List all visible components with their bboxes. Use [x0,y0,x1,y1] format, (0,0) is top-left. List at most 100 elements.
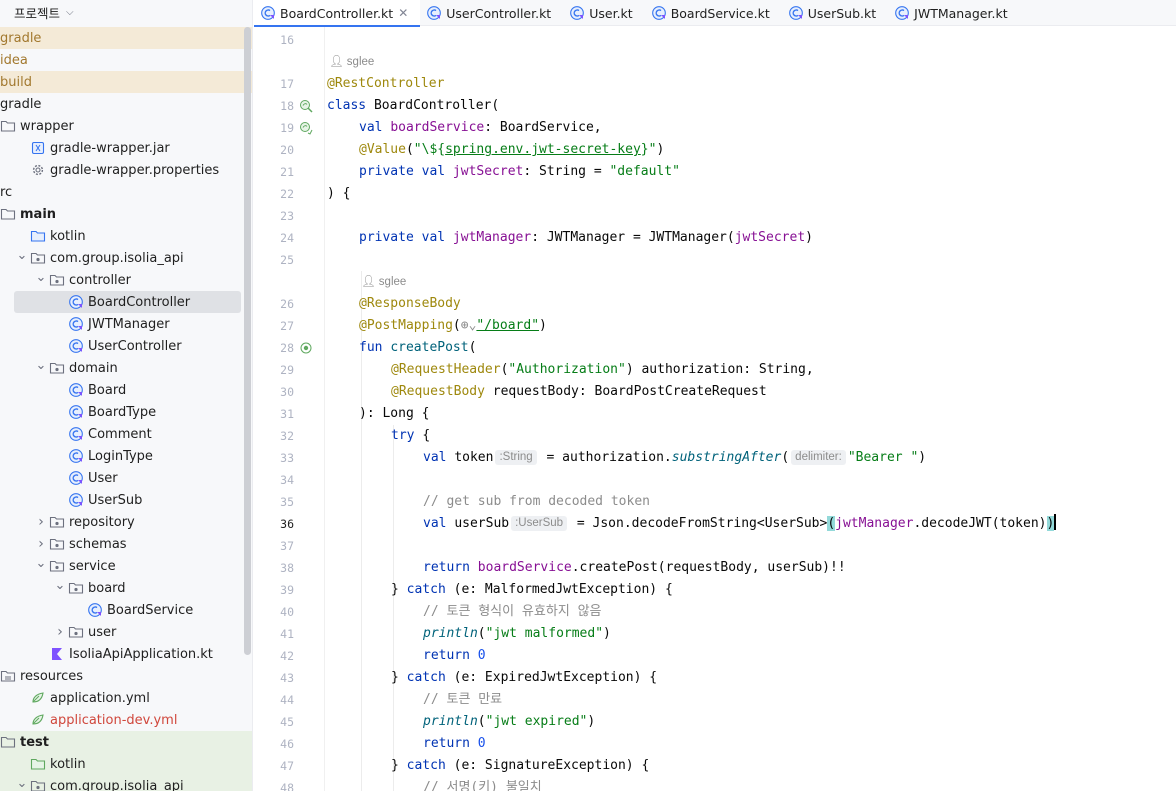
chevron-down-icon[interactable]: ⌄ [14,248,30,263]
tree-item-gradle-wrapper-jar[interactable]: gradle-wrapper.jar [0,137,252,159]
code-line[interactable]: } catch (e: SignatureException) { [391,755,649,777]
tree-item-build[interactable]: build [0,71,252,93]
code-line[interactable]: ) { [327,183,350,205]
code-editor[interactable]: 👤︎ sglee @RestController class BoardContro… [324,27,1176,791]
code-line[interactable]: val token:String = authorization.substri… [423,447,926,469]
line-number[interactable]: 39 [254,579,294,601]
close-icon[interactable]: ✕ [398,6,408,20]
line-number[interactable]: 41 [254,623,294,645]
code-line[interactable]: return 0 [423,645,486,667]
tab-usersub-kt[interactable]: UserSub.kt [782,0,888,26]
code-line[interactable]: @RequestHeader("Authorization") authoriz… [391,359,814,381]
code-line[interactable]: @RestController [327,73,444,95]
code-line[interactable]: class BoardController( [327,95,499,117]
line-number[interactable]: 31 [254,403,294,425]
line-number[interactable]: 25 [254,249,294,271]
code-line[interactable]: try { [391,425,430,447]
author-inlay[interactable]: 👤︎ sglee [329,51,374,73]
chevron-down-icon[interactable]: ⌵ [66,7,74,18]
tree-item-application-yml[interactable]: application.yml [0,687,252,709]
code-line[interactable]: } catch (e: ExpiredJwtException) { [391,667,657,689]
tree-item-repository[interactable]: › repository [0,511,252,533]
line-number[interactable]: 47 [254,755,294,777]
code-line[interactable]: println("jwt expired") [423,711,595,733]
spring-bean-injection-icon[interactable] [299,121,313,135]
tree-item-test-kotlin[interactable]: kotlin [0,753,252,775]
tree-item-idea[interactable]: idea [0,49,252,71]
tree-item-gradle-dot[interactable]: gradle [0,27,252,49]
tree-item-test-package[interactable]: ⌄ com.group.isolia_api [0,775,252,791]
tree-item-application-dev-yml[interactable]: application-dev.yml [0,709,252,731]
tree-item-package[interactable]: ⌄ com.group.isolia_api [0,247,252,269]
tab-boardcontroller-kt[interactable]: BoardController.kt ✕ [254,0,421,27]
line-number[interactable]: 48 [254,777,294,791]
chevron-right-icon[interactable]: › [52,624,68,640]
line-number[interactable]: 19 [254,117,294,139]
project-view-selector[interactable]: 프로젝트 ⌵ [0,0,252,24]
code-line[interactable]: println("jwt malformed") [423,623,611,645]
line-number[interactable]: 45 [254,711,294,733]
chevron-down-icon[interactable]: ⌄ [33,358,49,373]
editor-gutter[interactable]: 16 17 18 19 20 21 22 23 24 25 26 27 28 29 30 31 32 33 34 35… [254,27,344,791]
tree-item-comment[interactable]: Comment [0,423,252,445]
line-number[interactable]: 36 [254,513,294,535]
line-number[interactable]: 35 [254,491,294,513]
tree-item-kotlin[interactable]: kotlin [0,225,252,247]
tree-item-gradle[interactable]: gradle [0,93,252,115]
code-line[interactable]: @RequestBody requestBody: BoardPostCreat… [391,381,767,403]
code-line[interactable]: val userSub:UserSub = Json.decodeFromStr… [423,513,1056,535]
project-title[interactable]: 프로젝트 [14,3,60,22]
code-line[interactable]: @ResponseBody [359,293,461,315]
tree-item-gradle-wrapper-properties[interactable]: gradle-wrapper.properties [0,159,252,181]
line-number[interactable]: 28 [254,337,294,359]
tree-item-controller[interactable]: ⌄ controller [0,269,252,291]
line-number[interactable]: 38 [254,557,294,579]
tree-item-logintype[interactable]: LoginType [0,445,252,467]
line-number[interactable]: 34 [254,469,294,491]
line-number[interactable]: 42 [254,645,294,667]
tree-item-jwtmanager[interactable]: JWTManager [0,313,252,335]
code-line[interactable]: return 0 [423,733,486,755]
code-line[interactable]: @PostMapping(⊕⌄"/board") [359,315,547,337]
chevron-down-icon[interactable]: ⌄ [52,578,68,593]
line-number[interactable]: 17 [254,73,294,95]
tree-item-schemas[interactable]: › schemas [0,533,252,555]
code-line[interactable]: fun createPost( [359,337,476,359]
chevron-right-icon[interactable]: › [33,514,49,530]
code-line[interactable]: // 서명(키) 불일치 [423,777,542,791]
line-number[interactable]: 32 [254,425,294,447]
tree-item-src[interactable]: rc [0,181,252,203]
tree-item-test[interactable]: test [0,731,252,753]
chevron-right-icon[interactable]: › [33,536,49,552]
tree-item-main[interactable]: main [0,203,252,225]
tree-item-boardcontroller[interactable]: BoardController [0,291,252,313]
line-number[interactable]: 16 [254,29,294,51]
line-number[interactable]: 30 [254,381,294,403]
tab-jwtmanager-kt[interactable]: JWTManager.kt [888,0,1019,26]
tree-item-usercontroller[interactable]: UserController [0,335,252,357]
line-number[interactable]: 27 [254,315,294,337]
code-line[interactable]: // get sub from decoded token [423,491,650,513]
code-line[interactable]: } catch (e: MalformedJwtException) { [391,579,673,601]
tree-item-service[interactable]: ⌄ service [0,555,252,577]
code-line[interactable]: private val jwtManager: JWTManager = JWT… [359,227,813,249]
project-scrollbar[interactable] [244,27,251,655]
tree-item-user-package[interactable]: › user [0,621,252,643]
tab-usercontroller-kt[interactable]: UserController.kt [420,0,563,26]
line-number[interactable]: 20 [254,139,294,161]
tree-item-board-package[interactable]: ⌄ board [0,577,252,599]
line-number[interactable]: 44 [254,689,294,711]
line-number[interactable]: 23 [254,205,294,227]
tree-item-usersub[interactable]: UserSub [0,489,252,511]
code-line[interactable]: val boardService: BoardService, [359,117,602,139]
tree-item-domain[interactable]: ⌄ domain [0,357,252,379]
tab-user-kt[interactable]: User.kt [563,0,644,26]
tree-item-boardservice[interactable]: BoardService [0,599,252,621]
tree-item-user-class[interactable]: User [0,467,252,489]
spring-bean-icon[interactable] [299,99,313,113]
code-line[interactable]: return boardService.createPost(requestBo… [423,557,846,579]
tab-boardservice-kt[interactable]: BoardService.kt [645,0,782,26]
tree-item-application-kt[interactable]: IsoliaApiApplication.kt [0,643,252,665]
line-number[interactable]: 43 [254,667,294,689]
line-number[interactable]: 18 [254,95,294,117]
